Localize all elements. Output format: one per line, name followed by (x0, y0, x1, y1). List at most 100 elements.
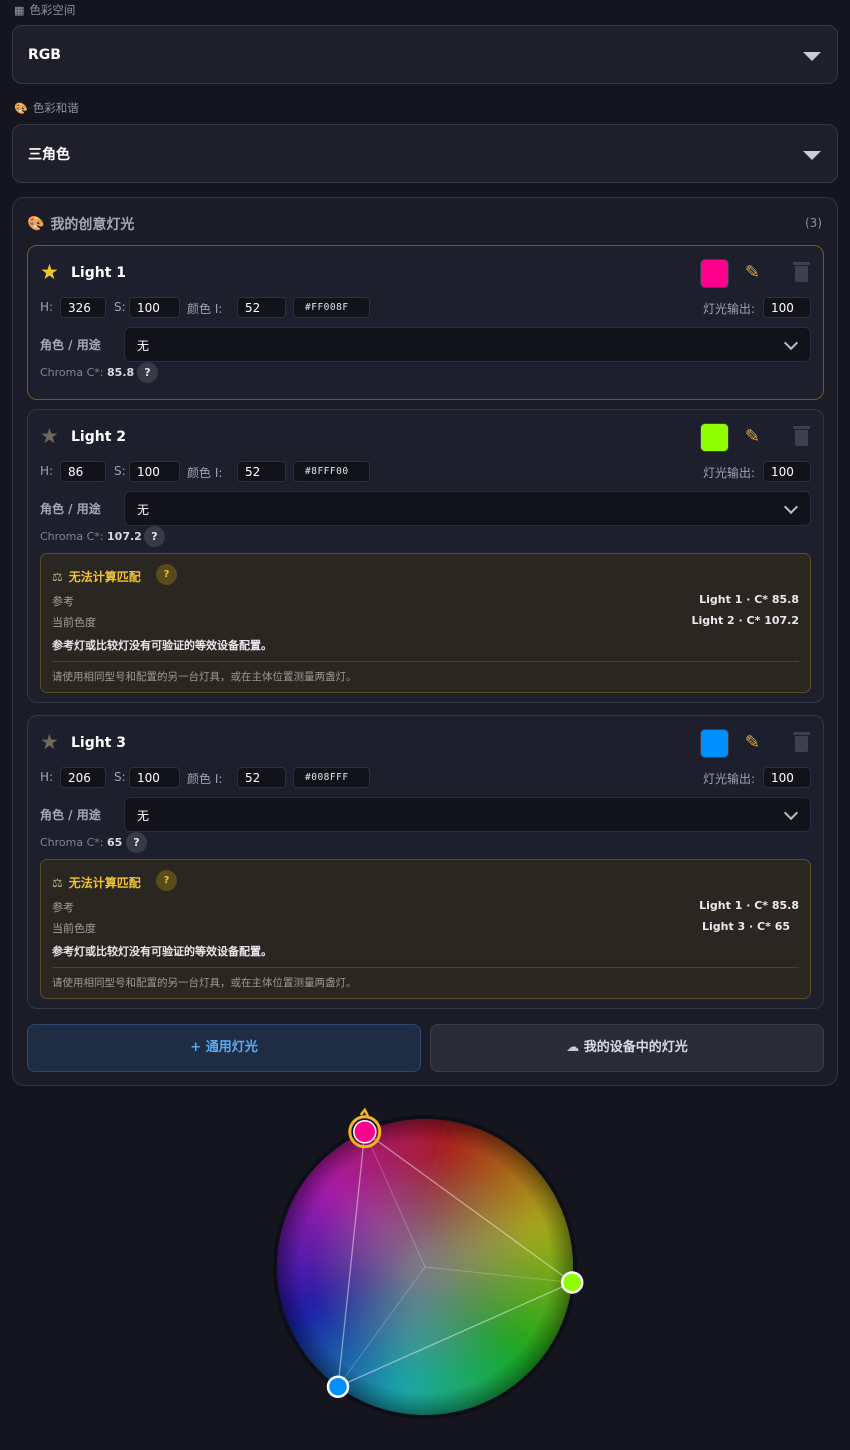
pencil-icon[interactable]: ✎ (745, 262, 760, 283)
role-value: 无 (137, 503, 150, 517)
help-button[interactable]: ? (137, 362, 158, 383)
chroma-readout: Chroma C*: 107.2 (40, 530, 142, 543)
light-card-1[interactable]: ★ Light 1 ✎ H: 326 S: 100 颜色 I: 52 #FF00… (27, 245, 824, 400)
hue-handle-3[interactable] (326, 1375, 350, 1398)
trash-icon[interactable] (792, 732, 811, 753)
divider (52, 661, 799, 662)
add-generic-light-button[interactable]: + 通用灯光 (27, 1024, 421, 1072)
color-space-label: ▦ 色彩空间 (14, 2, 75, 18)
hue-input[interactable]: 326 (60, 297, 106, 318)
current-chroma-value: Light 3 · C* 65 (701, 920, 790, 933)
saturation-input[interactable]: 100 (129, 767, 180, 788)
help-button[interactable]: ? (126, 832, 147, 853)
scale-icon: ⚖ (52, 569, 63, 584)
role-select[interactable]: 无 (124, 327, 811, 362)
caret-down-icon (803, 52, 821, 61)
output-input[interactable]: 100 (763, 461, 811, 482)
output-input[interactable]: 100 (763, 297, 811, 318)
help-button[interactable]: ? (144, 526, 165, 547)
warning-title: ⚖ 无法计算匹配 (52, 874, 141, 891)
saturation-label: S: (114, 770, 126, 784)
pencil-icon[interactable]: ✎ (745, 732, 760, 753)
color-space-value: RGB (28, 46, 61, 63)
warning-note: 参考灯或比较灯没有可验证的等效设备配置。 (52, 945, 272, 958)
color-space-select[interactable]: RGB (12, 25, 838, 84)
warning-title: ⚖ 无法计算匹配 (52, 568, 141, 585)
panel-title: 🎨 我的创意灯光 (27, 214, 134, 234)
device-lights-label: 我的设备中的灯光 (583, 1040, 688, 1055)
panel-title-text: 我的创意灯光 (50, 217, 135, 233)
role-label: 角色 / 用途 (40, 338, 101, 352)
chroma-label: Chroma C*: (40, 836, 104, 849)
star-icon[interactable]: ★ (40, 426, 59, 447)
device-lights-button[interactable]: ☁ 我的设备中的灯光 (430, 1024, 824, 1072)
color-swatch[interactable] (700, 259, 729, 288)
chroma-value: 107.2 (107, 530, 142, 543)
light-params-row: H: 86 S: 100 颜色 I: 52 #8FFF00 灯光输出: 100 (40, 461, 811, 482)
color-swatch[interactable] (700, 423, 729, 452)
chroma-readout: Chroma C*: 85.8 (40, 366, 134, 379)
palette-icon: 🎨 (14, 101, 28, 115)
hue-handle-dot[interactable] (353, 1120, 377, 1144)
warning-help-button[interactable]: ? (156, 870, 177, 891)
light-params-row: H: 326 S: 100 颜色 I: 52 #FF008F 灯光输出: 100 (40, 297, 811, 318)
chroma-label: Chroma C*: (40, 366, 104, 379)
role-label: 角色 / 用途 (40, 808, 101, 822)
intensity-label: 颜色 I: (187, 466, 223, 480)
saturation-label: S: (114, 464, 126, 478)
color-wheel[interactable] (250, 1095, 600, 1445)
chroma-value: 85.8 (107, 366, 135, 379)
hue-label: H: (40, 770, 54, 784)
color-swatch[interactable] (700, 729, 729, 758)
light-name: Light 1 (71, 265, 127, 281)
reference-value: Light 1 · C* 85.8 (699, 899, 799, 912)
pencil-icon[interactable]: ✎ (745, 426, 760, 447)
hex-input[interactable]: #008FFF (293, 767, 370, 788)
harmony-select[interactable]: 三角色 (12, 124, 838, 183)
star-icon[interactable]: ★ (40, 262, 59, 283)
role-select[interactable]: 无 (124, 797, 811, 832)
chevron-down-icon (783, 805, 799, 821)
color-space-label-text: 色彩空间 (29, 3, 76, 17)
trash-icon[interactable] (792, 426, 811, 447)
current-chroma-label: 当前色度 (52, 616, 96, 629)
chevron-down-icon (783, 335, 799, 351)
saturation-input[interactable]: 100 (129, 297, 180, 318)
warning-help-button[interactable]: ? (156, 564, 177, 585)
warning-title-text: 无法计算匹配 (68, 570, 141, 584)
harmony-label: 🎨 色彩和谐 (14, 100, 79, 116)
divider (52, 967, 799, 968)
light-name: Light 3 (71, 735, 127, 751)
intensity-input[interactable]: 52 (237, 767, 286, 788)
light-card-2[interactable]: ★ Light 2 ✎ H: 86 S: 100 颜色 I: 52 #8FFF0… (27, 409, 824, 703)
hue-handle-1[interactable] (348, 1107, 382, 1149)
reference-value: Light 1 · C* 85.8 (699, 593, 799, 606)
star-icon[interactable]: ★ (40, 732, 59, 753)
warning-hint: 请使用相同型号和配置的另一台灯具，或在主体位置测量两盏灯。 (52, 671, 357, 683)
output-input[interactable]: 100 (763, 767, 811, 788)
current-chroma-label: 当前色度 (52, 922, 96, 935)
light-card-3[interactable]: ★ Light 3 ✎ H: 206 S: 100 颜色 I: 52 #008F… (27, 715, 824, 1009)
hex-input[interactable]: #8FFF00 (293, 461, 370, 482)
hex-input[interactable]: #FF008F (293, 297, 370, 318)
saturation-input[interactable]: 100 (129, 461, 180, 482)
harmony-value: 三角色 (28, 146, 70, 163)
hue-label: H: (40, 464, 54, 478)
trash-icon[interactable] (792, 262, 811, 283)
hue-handle-dot[interactable] (326, 1375, 350, 1398)
chroma-readout: Chroma C*: 65 (40, 836, 122, 849)
caret-down-icon (803, 151, 821, 160)
hue-input[interactable]: 206 (60, 767, 106, 788)
hue-label: H: (40, 300, 54, 314)
saturation-label: S: (114, 300, 126, 314)
intensity-input[interactable]: 52 (237, 297, 286, 318)
output-label: 灯光输出: (702, 302, 755, 316)
hue-input[interactable]: 86 (60, 461, 106, 482)
hue-handle-dot[interactable] (560, 1271, 584, 1294)
role-select[interactable]: 无 (124, 491, 811, 526)
hue-handle-2[interactable] (560, 1271, 584, 1294)
role-value: 无 (137, 339, 150, 353)
grid-icon: ▦ (14, 3, 25, 17)
role-value: 无 (137, 809, 150, 823)
intensity-input[interactable]: 52 (237, 461, 286, 482)
